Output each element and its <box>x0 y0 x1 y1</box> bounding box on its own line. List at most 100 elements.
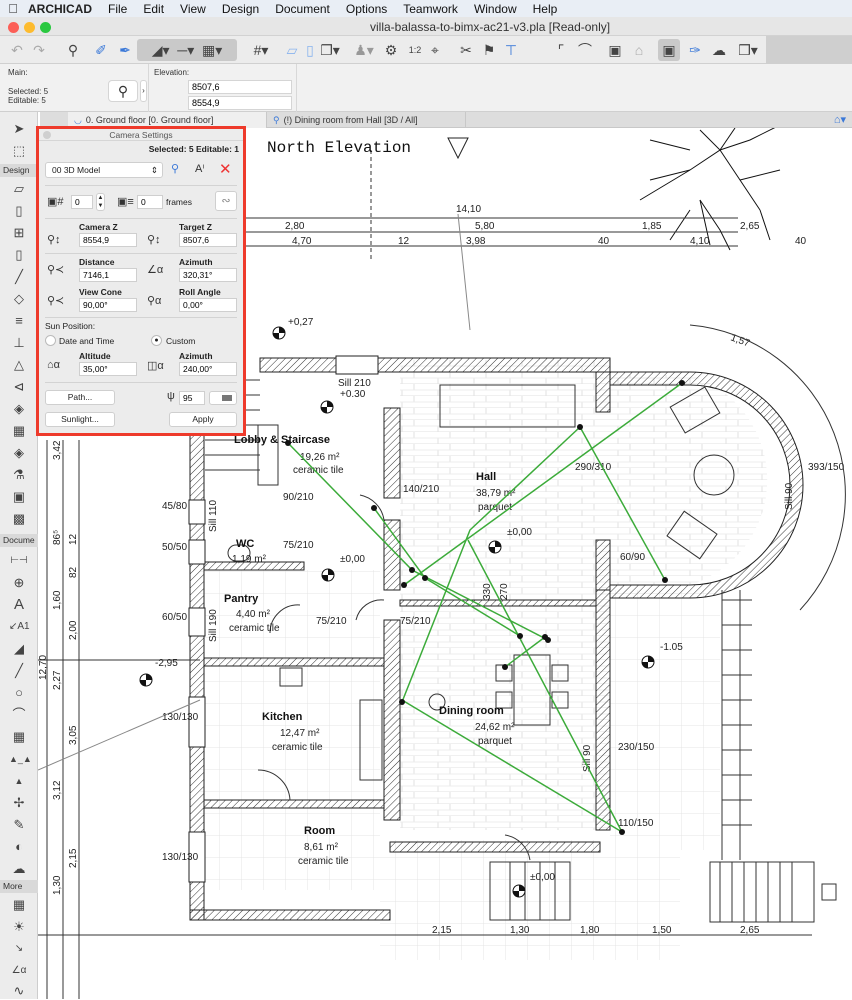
snap-guides-group[interactable]: ◢▾ ─▾ ▦▾ <box>137 39 237 61</box>
change-tool-icon[interactable]: ☁ <box>9 860 29 878</box>
settings-expand-arrow[interactable]: › <box>140 80 147 102</box>
cloud-bimx-icon[interactable]: ☁ <box>708 39 730 61</box>
lamp-tool-icon[interactable]: ☀ <box>9 918 29 936</box>
view-cone-field[interactable] <box>79 298 137 312</box>
roof-icon[interactable]: ⌂ <box>628 39 650 61</box>
scale-1-2-icon[interactable]: 1:2 <box>404 39 426 61</box>
date-time-radio[interactable] <box>45 335 56 346</box>
zoom-window-button[interactable] <box>40 22 51 33</box>
inject-parameters-icon[interactable]: ✒ <box>114 39 136 61</box>
radial-dimension-icon[interactable]: ↘ <box>9 940 29 958</box>
menu-design[interactable]: Design <box>214 2 267 16</box>
apply-button[interactable]: Apply <box>169 412 237 427</box>
new-camera-icon[interactable]: ⚲ <box>171 162 179 175</box>
delete-camera-icon[interactable]: ✕ <box>219 160 232 178</box>
slab-tool-icon[interactable]: ◇ <box>9 290 29 308</box>
path-button[interactable]: Path... <box>45 390 115 405</box>
camera-path-select[interactable]: 00 3D Model ⇕ <box>45 162 163 178</box>
angle-dimension-icon[interactable]: ∠α <box>9 962 29 980</box>
renovation-filter-icon[interactable]: ♟▾ <box>350 39 378 61</box>
target-z-field[interactable] <box>179 233 237 247</box>
close-window-button[interactable] <box>8 22 19 33</box>
elevation-marker-icon[interactable]: ⊤ <box>500 39 522 61</box>
fill-tool-icon[interactable]: ◢ <box>9 640 29 658</box>
line-tool-icon[interactable]: ╱ <box>9 662 29 680</box>
elevation-field-1[interactable] <box>188 80 292 94</box>
frames-field[interactable] <box>137 195 163 209</box>
menu-file[interactable]: File <box>100 2 135 16</box>
zone-tool-icon[interactable]: ▣ <box>9 488 29 506</box>
door-tool-icon[interactable]: ▯ <box>9 202 29 220</box>
minimize-window-button[interactable] <box>24 22 35 33</box>
pen-number-field[interactable] <box>179 391 205 405</box>
transform-group-icon[interactable]: ▣ <box>658 39 680 61</box>
toolbox-section-more[interactable]: More <box>0 880 38 893</box>
section-tool-icon[interactable]: ▲_▲ <box>9 750 32 768</box>
elevation-marker-triangle[interactable] <box>447 137 469 160</box>
undo-icon[interactable]: ↶ <box>8 39 26 61</box>
pen-color-swatch[interactable] <box>209 391 237 405</box>
snap-guides-icon[interactable]: ─▾ <box>177 42 194 59</box>
guide-lines-icon[interactable]: ◢▾ <box>152 42 170 59</box>
explode-icon[interactable]: ▣ <box>604 39 626 61</box>
label-tool-icon[interactable]: ↙A1 <box>9 618 30 636</box>
roll-angle-field[interactable] <box>179 298 237 312</box>
drawing-tool-icon[interactable]: ▦ <box>9 728 29 746</box>
layer-combination-icon[interactable]: ❐▾ <box>316 39 344 61</box>
curve-icon[interactable]: ⌒ <box>574 39 596 61</box>
roof-tool-icon[interactable]: △ <box>9 356 29 374</box>
menu-edit[interactable]: Edit <box>135 2 172 16</box>
grid-snap-icon[interactable]: #▾ <box>250 39 272 61</box>
text-tool-icon[interactable]: A <box>9 596 29 614</box>
skylight-tool-icon[interactable]: ◈ <box>9 400 29 418</box>
menu-view[interactable]: View <box>172 2 214 16</box>
marquee-tool-icon[interactable]: ⬚ <box>9 142 29 160</box>
menu-document[interactable]: Document <box>267 2 338 16</box>
azimuth-field[interactable] <box>179 268 237 282</box>
elevation-field-2[interactable] <box>188 96 292 110</box>
find-select-icon[interactable]: ⚲ <box>62 39 84 61</box>
interior-elevation-icon[interactable]: ✢ <box>9 794 29 812</box>
pick-up-parameters-icon[interactable]: ✐ <box>90 39 112 61</box>
stair-tool-icon[interactable]: ≡ <box>9 312 29 330</box>
spline-tool-icon[interactable]: ∿ <box>9 982 29 1000</box>
edit-surface-icon[interactable]: ✑ <box>684 39 706 61</box>
toolbox-section-document[interactable]: Docume <box>0 534 38 547</box>
tracker-icon[interactable]: ▦▾ <box>202 42 222 59</box>
column-tool-icon[interactable]: ▯ <box>9 246 29 264</box>
worksheet-tool-icon[interactable]: ✎ <box>9 816 29 834</box>
fillet-icon[interactable]: ⌜ <box>550 39 572 61</box>
menu-help[interactable]: Help <box>525 2 566 16</box>
arc-tool-icon[interactable]: ○ <box>9 684 29 702</box>
sunlight-button[interactable]: Sunlight... <box>45 412 115 427</box>
toolbox-section-design[interactable]: Design <box>0 164 38 177</box>
rename-path-icon[interactable]: Aⁱ <box>195 162 204 175</box>
grid-tool-icon[interactable]: ▦ <box>9 896 29 914</box>
beam-tool-icon[interactable]: ╱ <box>9 268 29 286</box>
dialog-close-button[interactable] <box>43 131 51 139</box>
camera-number-stepper[interactable]: ▲ ▼ <box>96 193 105 211</box>
trim-icon[interactable]: ✂ <box>455 39 477 61</box>
shell-tool-icon[interactable]: ⊲ <box>9 378 29 396</box>
apple-icon[interactable]:  <box>0 1 26 16</box>
menu-options[interactable]: Options <box>338 2 395 16</box>
mesh-tool-icon[interactable]: ▩ <box>9 510 29 528</box>
sun-altitude-field[interactable] <box>79 362 137 376</box>
adjust-icon[interactable]: ⚑ <box>478 39 500 61</box>
window-tool-icon[interactable]: ⊞ <box>9 224 29 242</box>
menu-teamwork[interactable]: Teamwork <box>395 2 466 16</box>
custom-radio[interactable]: ● <box>151 335 162 346</box>
3d-view-options-icon[interactable]: ❒▾ <box>732 39 764 61</box>
camera-z-field[interactable] <box>79 233 137 247</box>
dimension-tool-icon[interactable]: ⊢⊣ <box>9 552 29 570</box>
menu-window[interactable]: Window <box>466 2 525 16</box>
detail-tool-icon[interactable]: ◐ <box>9 838 29 856</box>
interpolation-button[interactable]: ∾ <box>215 191 237 211</box>
suspend-groups-icon[interactable]: ▱ <box>282 39 302 61</box>
polyline-tool-icon[interactable]: ⌒ <box>9 706 29 724</box>
wall-tool-icon[interactable]: ▱ <box>9 180 29 198</box>
camera-number-field[interactable] <box>71 195 93 209</box>
object-tool-icon[interactable]: ⚗ <box>9 466 29 484</box>
sun-azimuth-field[interactable] <box>179 362 237 376</box>
navigator-views-icon[interactable]: ⌂▾ <box>834 113 846 126</box>
